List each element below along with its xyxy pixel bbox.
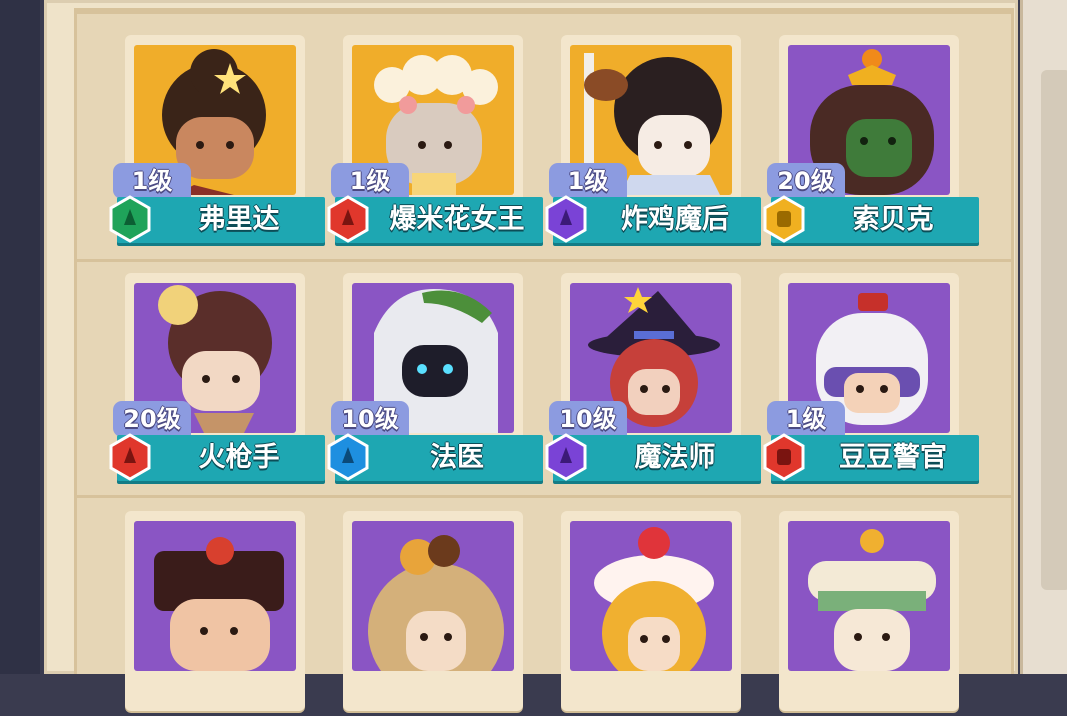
character-name: 弗里达	[198, 204, 280, 235]
character-portrait	[134, 521, 296, 671]
character-card[interactable]: 1级 弗里达	[109, 5, 331, 243]
hexagon-badge-icon	[109, 433, 151, 481]
hexagon-badge-icon	[545, 433, 587, 481]
character-card[interactable]	[329, 481, 549, 716]
name-bar: 火枪手	[109, 433, 325, 481]
character-name: 火枪手	[198, 442, 280, 473]
level-badge: 10级	[549, 401, 627, 437]
character-name: 索贝克	[852, 204, 934, 235]
character-portrait	[570, 521, 732, 671]
right-page	[1020, 0, 1067, 674]
character-name: 豆豆警官	[839, 442, 947, 473]
hexagon-badge-icon	[763, 195, 805, 243]
level-badge: 1级	[113, 163, 191, 199]
character-card[interactable]	[111, 481, 331, 716]
character-card[interactable]	[547, 481, 767, 716]
level-badge: 1级	[549, 163, 627, 199]
character-card[interactable]: 10级 魔法师	[545, 243, 767, 481]
hexagon-badge-icon	[109, 195, 151, 243]
character-card[interactable]: 1级 豆豆警官	[763, 243, 985, 481]
name-bar: 弗里达	[109, 195, 325, 243]
character-card[interactable]: 20级 索贝克	[763, 5, 985, 243]
character-portrait	[352, 521, 514, 671]
character-name: 爆米花女王	[389, 204, 525, 235]
level-badge: 20级	[767, 163, 845, 199]
name-bar: 魔法师	[545, 433, 761, 481]
hexagon-badge-icon	[545, 195, 587, 243]
character-card[interactable]: 1级 炸鸡魔后	[545, 5, 767, 243]
name-bar: 爆米花女王	[327, 195, 543, 243]
character-card[interactable]	[765, 481, 985, 716]
level-badge: 20级	[113, 401, 191, 437]
character-name: 法医	[430, 442, 484, 473]
hexagon-badge-icon	[327, 195, 369, 243]
level-badge: 10级	[331, 401, 409, 437]
name-bar: 炸鸡魔后	[545, 195, 761, 243]
level-badge: 1级	[767, 401, 845, 437]
character-grid: 1级 弗里达 1级 爆米花女王 1级 炸鸡魔后 20级 索贝克 20级 火枪手 …	[74, 5, 1014, 711]
hexagon-badge-icon	[327, 433, 369, 481]
name-bar: 法医	[327, 433, 543, 481]
name-bar: 索贝克	[763, 195, 979, 243]
name-bar: 豆豆警官	[763, 433, 979, 481]
character-collection-panel: 1级 弗里达 1级 爆米花女王 1级 炸鸡魔后 20级 索贝克 20级 火枪手 …	[44, 0, 1018, 711]
book-spine	[0, 0, 40, 674]
character-card[interactable]: 10级 法医	[327, 243, 549, 481]
character-portrait	[788, 521, 950, 671]
hexagon-badge-icon	[763, 433, 805, 481]
character-name: 炸鸡魔后	[621, 204, 729, 235]
character-card[interactable]: 1级 爆米花女王	[327, 5, 549, 243]
character-card[interactable]: 20级 火枪手	[109, 243, 331, 481]
level-badge: 1级	[331, 163, 409, 199]
character-name: 魔法师	[634, 442, 716, 473]
